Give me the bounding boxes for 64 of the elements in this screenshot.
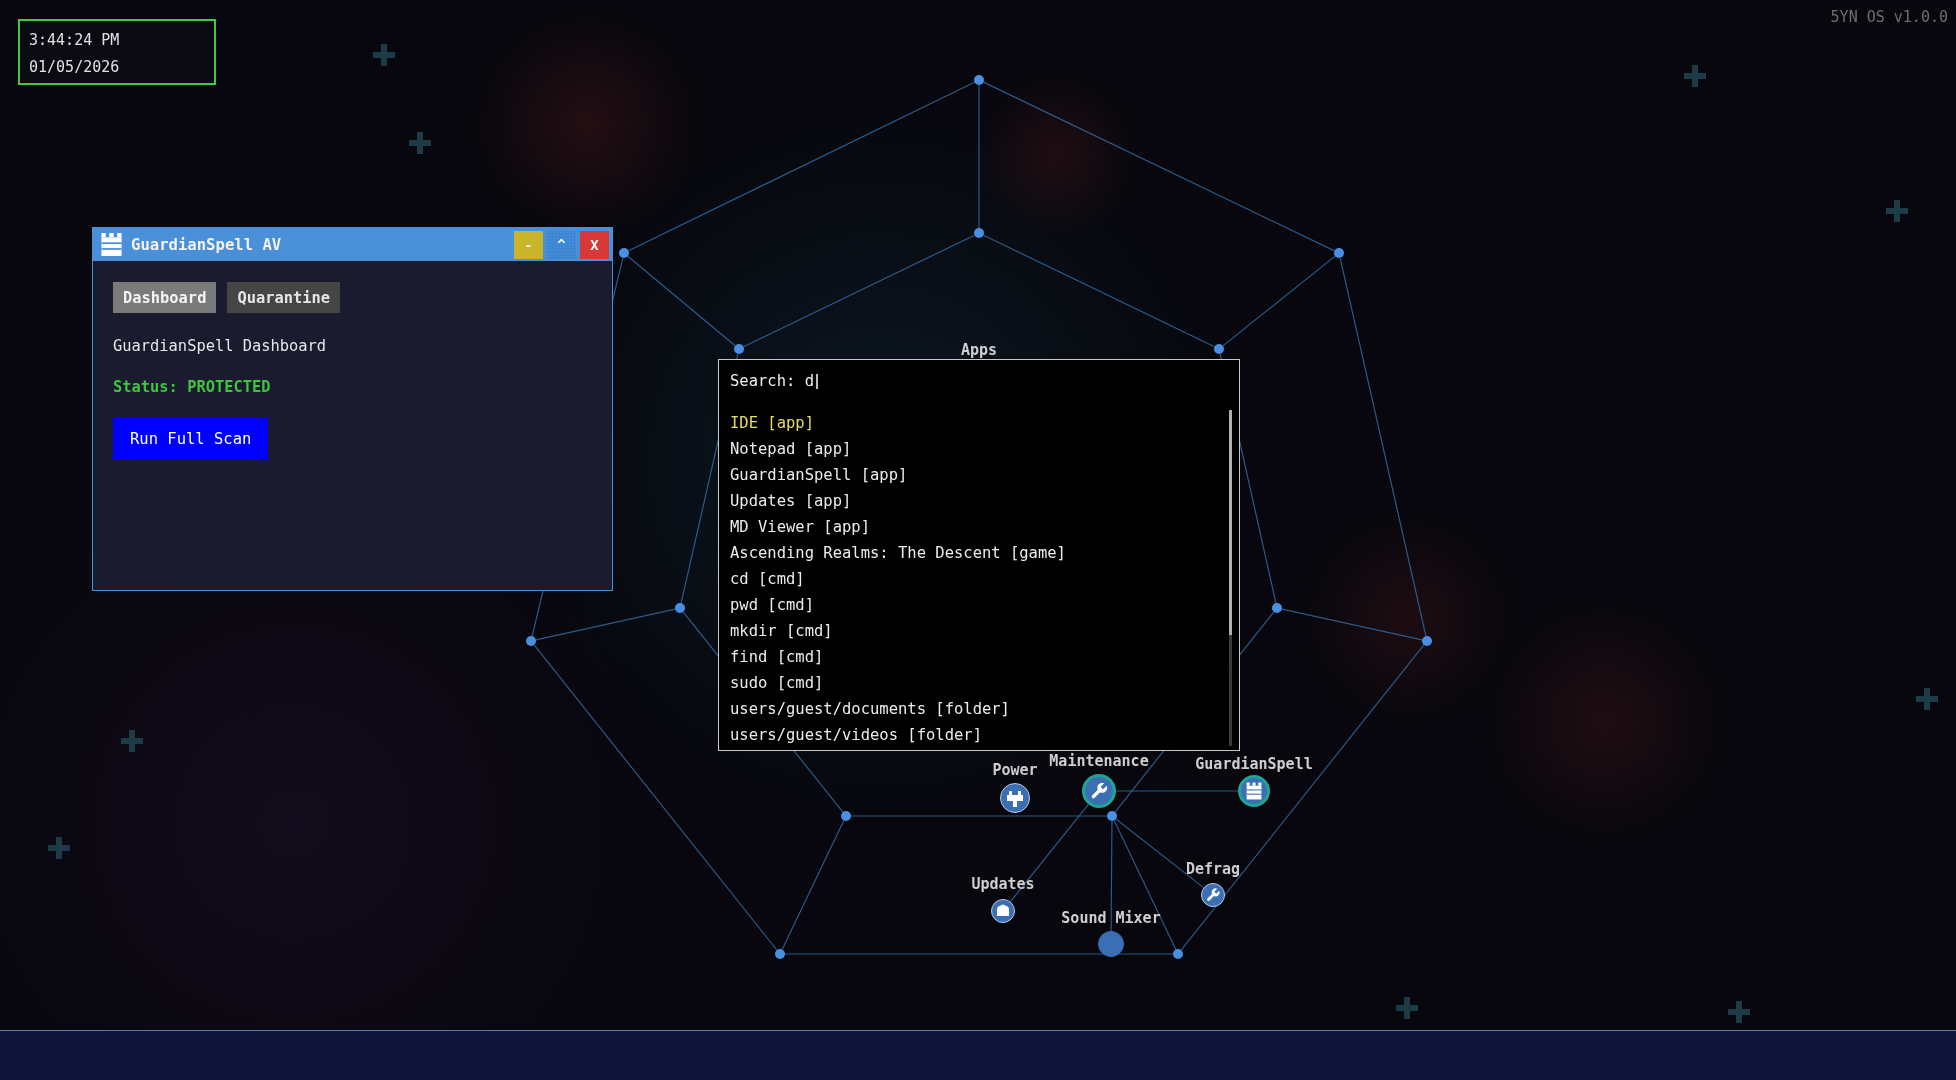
search-result-item[interactable]: sudo [cmd] <box>730 670 824 696</box>
node-dot <box>619 248 629 258</box>
search-result-item[interactable]: Notepad [app] <box>730 436 852 462</box>
node-dot <box>841 811 851 821</box>
wrench-icon[interactable] <box>1201 883 1225 907</box>
castle-icon <box>100 233 123 256</box>
node-dot <box>1272 603 1282 613</box>
clock-time: 3:44:24 PM <box>29 32 120 48</box>
window-title: GuardianSpell AV <box>131 235 283 254</box>
cross-star-icon <box>1886 200 1908 222</box>
cloud-icon[interactable] <box>991 899 1015 923</box>
cross-star-icon <box>1684 65 1706 87</box>
wrench-icon[interactable] <box>1082 774 1116 808</box>
scrollbar-thumb[interactable] <box>1229 410 1232 636</box>
node-dot <box>675 603 685 613</box>
node-dot <box>974 228 984 238</box>
cross-star-icon <box>48 837 70 859</box>
node-label: Maintenance <box>1049 753 1149 769</box>
search-result-item[interactable]: pwd [cmd] <box>730 592 814 618</box>
tab[interactable]: Quarantine <box>227 282 341 313</box>
node-dot <box>1422 636 1432 646</box>
node-dot <box>1107 811 1117 821</box>
cross-star-icon <box>409 132 431 154</box>
node-label: Sound Mixer <box>1061 910 1161 926</box>
search-result-item[interactable]: Ascending Realms: The Descent [game] <box>730 540 1066 566</box>
node-dot <box>526 636 536 646</box>
node-label: GuardianSpell <box>1195 756 1313 772</box>
search-result-item[interactable]: find [cmd] <box>730 644 824 670</box>
cross-star-icon <box>1396 997 1418 1019</box>
clock-date: 01/05/2026 <box>29 59 120 75</box>
search-result-item[interactable]: users/guest/videos [folder] <box>730 722 982 748</box>
node-dot <box>1214 344 1224 354</box>
node-dot <box>1334 248 1344 258</box>
plug-icon[interactable] <box>1000 783 1030 813</box>
node-dot <box>734 344 744 354</box>
search-result-item[interactable]: IDE [app] <box>730 410 814 436</box>
cross-star-icon <box>373 44 395 66</box>
search-result-item[interactable]: GuardianSpell [app] <box>730 462 908 488</box>
search-field[interactable]: Search: d <box>730 371 818 391</box>
status-text: Status: PROTECTED <box>113 378 271 396</box>
node-dot <box>1173 949 1183 959</box>
search-result-item[interactable]: users/guest/documents [folder] <box>730 696 1010 722</box>
node-dot <box>974 75 984 85</box>
dashboard-heading: GuardianSpell Dashboard <box>113 337 327 355</box>
tab[interactable]: Dashboard <box>113 282 217 313</box>
version-label: 5YN OS v1.0.0 <box>1830 9 1948 25</box>
cross-star-icon <box>1916 688 1938 710</box>
node-label: Defrag <box>1185 861 1241 877</box>
castle-icon[interactable] <box>1238 775 1270 807</box>
scrollbar-track[interactable] <box>1229 410 1232 746</box>
node-label: Updates <box>971 876 1035 892</box>
cross-star-icon <box>1728 1001 1750 1023</box>
search-result-item[interactable]: MD Viewer [app] <box>730 514 870 540</box>
node-dot <box>775 949 785 959</box>
cross-star-icon <box>121 730 143 752</box>
search-result-item[interactable]: cd [cmd] <box>730 566 805 592</box>
search-result-item[interactable]: Updates [app] <box>730 488 852 514</box>
text-cursor-icon <box>816 373 818 389</box>
node-label: Power <box>992 762 1038 778</box>
circle-icon[interactable] <box>1098 931 1124 957</box>
node-label: Apps <box>960 342 998 358</box>
search-result-item[interactable]: mkdir [cmd] <box>730 618 833 644</box>
scan-button[interactable]: Run Full Scan <box>113 418 269 459</box>
close-button[interactable]: X <box>580 230 609 259</box>
